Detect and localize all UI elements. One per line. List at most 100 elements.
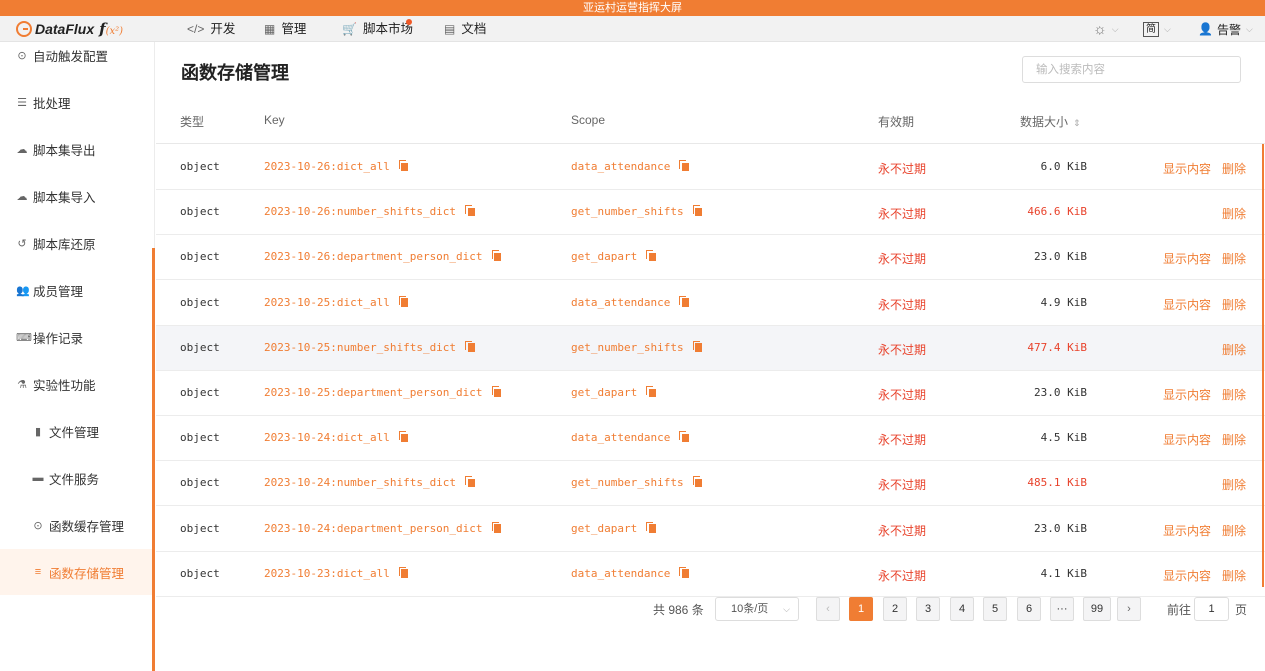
row-scope-text[interactable]: get_number_shifts [571, 341, 684, 354]
page-button-6[interactable]: 6 [1017, 597, 1041, 621]
row-key-text[interactable]: 2023-10-25:department_person_dict [264, 386, 483, 399]
row-scope-text[interactable]: data_attendance [571, 567, 670, 580]
sidebar-item-export[interactable]: ☁ 脚本集导出 [0, 126, 154, 172]
table-row[interactable]: object 2023-10-25:dict_all data_attendance… [156, 281, 1265, 326]
row-scope-text[interactable]: data_attendance [571, 296, 670, 309]
sidebar-scrollbar[interactable] [152, 248, 155, 671]
copy-icon[interactable] [646, 386, 656, 397]
language-switch[interactable]: 简 ⌵ [1143, 16, 1171, 42]
nav-market[interactable]: 🛒 脚本市场 [342, 16, 413, 42]
copy-icon[interactable] [465, 476, 475, 488]
row-key-text[interactable]: 2023-10-24:number_shifts_dict [264, 476, 456, 489]
delete-button[interactable]: 删除 [1222, 476, 1246, 493]
row-key-text[interactable]: 2023-10-25:number_shifts_dict [264, 341, 456, 354]
show-content-button[interactable]: 显示内容 [1163, 431, 1211, 448]
copy-icon[interactable] [398, 295, 409, 307]
copy-icon[interactable] [692, 340, 703, 352]
show-content-button[interactable]: 显示内容 [1163, 567, 1211, 584]
next-page-button[interactable]: › [1117, 597, 1141, 621]
sidebar-item-func-store[interactable]: ≡ 函数存储管理 [0, 549, 154, 595]
user-menu[interactable]: 👤 告警 ⌵ [1198, 16, 1253, 42]
sidebar-item-members[interactable]: 👥 成员管理 [0, 267, 154, 313]
sidebar-item-func-cache[interactable]: ⊙ 函数缓存管理 [0, 502, 154, 548]
delete-button[interactable]: 删除 [1222, 567, 1246, 584]
delete-button[interactable]: 删除 [1222, 431, 1246, 448]
page-button-2[interactable]: 2 [883, 597, 907, 621]
nav-manage[interactable]: ▦ 管理 [264, 16, 306, 42]
page-button-4[interactable]: 4 [950, 597, 974, 621]
delete-button[interactable]: 删除 [1222, 160, 1246, 177]
theme-switch[interactable]: ☼ ⌵ [1093, 16, 1119, 42]
copy-icon[interactable] [679, 160, 689, 171]
row-key-text[interactable]: 2023-10-26:number_shifts_dict [264, 205, 456, 218]
sidebar-item-import[interactable]: ☁ 脚本集导入 [0, 173, 154, 219]
nav-dev[interactable]: </> 开发 [187, 16, 235, 42]
row-key-text[interactable]: 2023-10-23:dict_all [264, 567, 390, 580]
copy-icon[interactable] [646, 250, 656, 262]
row-scope-text[interactable]: data_attendance [571, 160, 670, 173]
sort-icon[interactable]: ⇕ [1073, 119, 1081, 128]
table-row[interactable]: object 2023-10-26:dict_all data_attendance… [156, 145, 1265, 190]
row-key-text[interactable]: 2023-10-25:dict_all [264, 296, 390, 309]
nav-docs[interactable]: ▤ 文档 [444, 16, 486, 42]
copy-icon[interactable] [692, 205, 703, 217]
show-content-button[interactable]: 显示内容 [1163, 296, 1211, 313]
table-row[interactable]: object 2023-10-26:number_shifts_dict get_n… [156, 190, 1265, 236]
copy-icon[interactable] [646, 521, 656, 533]
table-scrollbar[interactable] [1262, 144, 1264, 587]
page-button-3[interactable]: 3 [916, 597, 940, 621]
sidebar-item-batch[interactable]: ☰ 批处理 [0, 79, 154, 125]
copy-icon[interactable] [679, 431, 689, 443]
copy-icon[interactable] [398, 431, 409, 443]
copy-icon[interactable] [692, 476, 703, 488]
page-button-1[interactable]: 1 [849, 597, 873, 621]
table-row[interactable]: object 2023-10-25:number_shifts_dict get_n… [156, 325, 1265, 371]
row-key-text[interactable]: 2023-10-26:department_person_dict [264, 250, 483, 263]
page-size-select[interactable]: 10条/页 ⌵ [715, 597, 799, 621]
page-button-99[interactable]: 99 [1083, 597, 1111, 621]
column-size[interactable]: 数据大小 ⇕ [1020, 113, 1081, 130]
sidebar-item-file-manage[interactable]: ▮ 文件管理 [0, 408, 154, 454]
table-row[interactable]: object 2023-10-24:number_shifts_dict get_n… [156, 461, 1265, 507]
delete-button[interactable]: 删除 [1222, 205, 1246, 222]
table-row[interactable]: object 2023-10-26:department_person_dict g… [156, 235, 1265, 281]
row-key-text[interactable]: 2023-10-26:dict_all [264, 160, 390, 173]
sidebar-item-file-service[interactable]: ▬ 文件服务 [0, 455, 154, 501]
sidebar-item-restore[interactable]: ↺ 脚本库还原 [0, 220, 154, 266]
delete-button[interactable]: 删除 [1222, 341, 1246, 358]
sidebar-item-experimental[interactable]: ⚗ 实验性功能 [0, 361, 154, 407]
copy-icon[interactable] [679, 566, 689, 578]
table-row[interactable]: object 2023-10-24:dict_all data_attendance… [156, 416, 1265, 462]
delete-button[interactable]: 删除 [1222, 386, 1246, 403]
page-button-5[interactable]: 5 [983, 597, 1007, 621]
sidebar-item-auto-trigger[interactable]: ⊙ 自动触发配置 [0, 32, 154, 78]
copy-icon[interactable] [465, 205, 475, 217]
row-scope-text[interactable]: get_dapart [571, 250, 637, 263]
goto-page-input[interactable] [1194, 597, 1229, 621]
copy-icon[interactable] [398, 566, 409, 578]
prev-page-button[interactable]: ‹ [816, 597, 840, 621]
copy-icon[interactable] [491, 386, 502, 397]
copy-icon[interactable] [465, 340, 475, 352]
row-scope-text[interactable]: get_number_shifts [571, 476, 684, 489]
row-key-text[interactable]: 2023-10-24:dict_all [264, 431, 390, 444]
sidebar-item-operation-log[interactable]: ⌨ 操作记录 [0, 314, 154, 360]
show-content-button[interactable]: 显示内容 [1163, 386, 1211, 403]
copy-icon[interactable] [491, 250, 502, 262]
table-row[interactable]: object 2023-10-25:department_person_dict g… [156, 371, 1265, 416]
row-scope-text[interactable]: get_dapart [571, 386, 637, 399]
search-input[interactable] [1022, 56, 1241, 83]
delete-button[interactable]: 删除 [1222, 250, 1246, 267]
row-scope-text[interactable]: data_attendance [571, 431, 670, 444]
copy-icon[interactable] [491, 521, 502, 533]
row-key-text[interactable]: 2023-10-24:department_person_dict [264, 522, 483, 535]
copy-icon[interactable] [679, 295, 689, 307]
row-scope-text[interactable]: get_number_shifts [571, 205, 684, 218]
table-row[interactable]: object 2023-10-24:department_person_dict g… [156, 507, 1265, 552]
delete-button[interactable]: 删除 [1222, 522, 1246, 539]
show-content-button[interactable]: 显示内容 [1163, 160, 1211, 177]
page-ellipsis-button[interactable]: ··· [1050, 597, 1074, 621]
copy-icon[interactable] [398, 160, 409, 171]
delete-button[interactable]: 删除 [1222, 296, 1246, 313]
show-content-button[interactable]: 显示内容 [1163, 522, 1211, 539]
